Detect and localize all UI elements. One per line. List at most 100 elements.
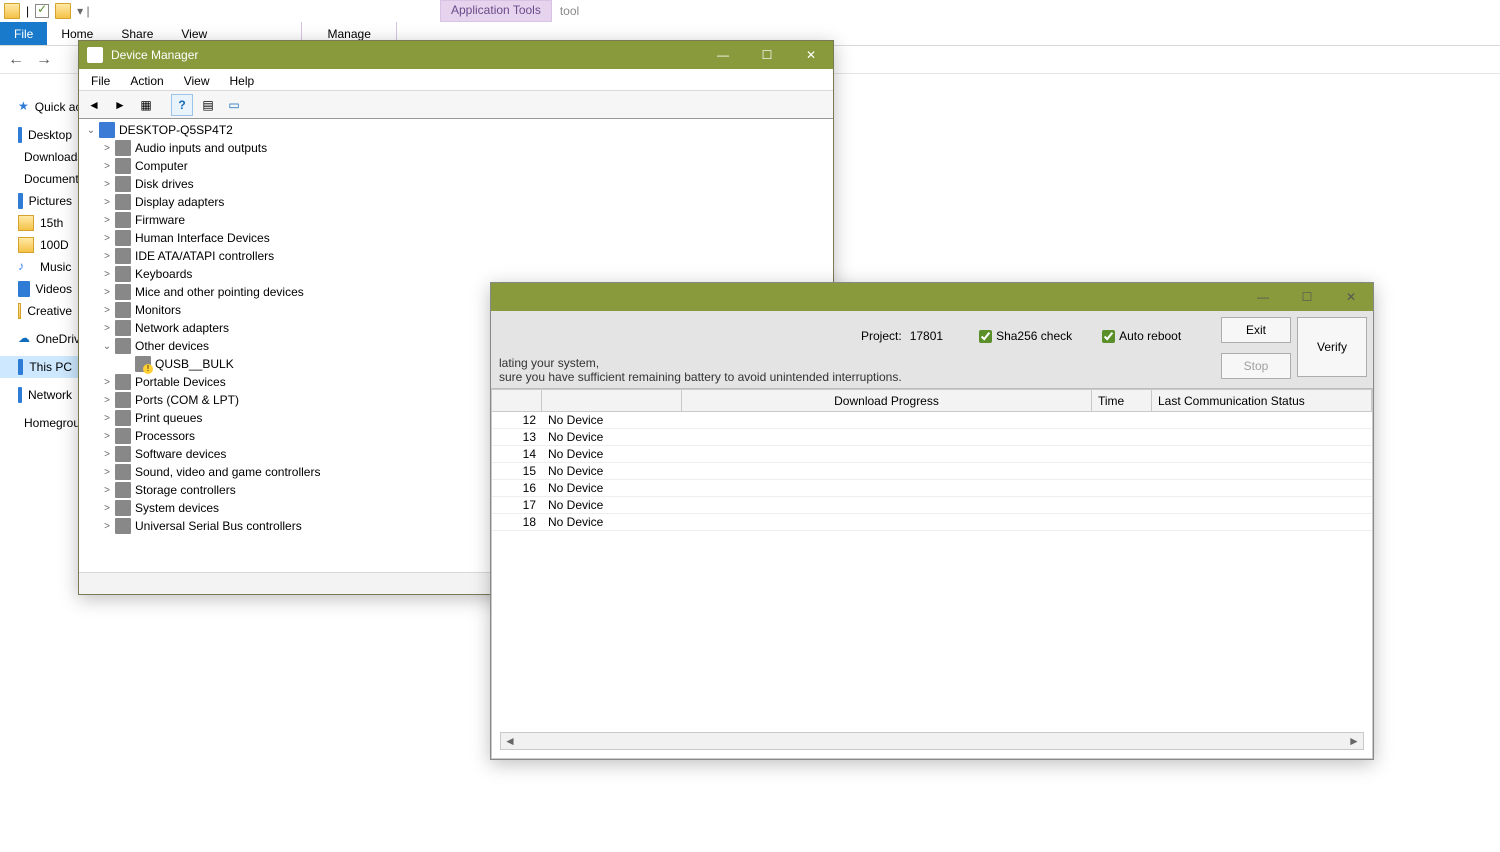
expander-icon[interactable]: > bbox=[99, 305, 115, 316]
sidebar-item[interactable]: Network bbox=[0, 384, 78, 406]
expander-icon[interactable]: > bbox=[99, 197, 115, 208]
tree-node[interactable]: >Disk drives bbox=[79, 175, 833, 193]
nav-back-icon[interactable]: ← bbox=[8, 51, 24, 69]
tree-node[interactable]: > Computer bbox=[79, 157, 833, 175]
grid-row[interactable]: 16No Device bbox=[492, 480, 1372, 497]
toolbar-back-icon[interactable]: ◄ bbox=[83, 94, 105, 116]
expander-icon[interactable]: ⌄ bbox=[99, 341, 115, 352]
menu-file[interactable]: File bbox=[83, 72, 118, 90]
sidebar-item[interactable]: Creative bbox=[0, 300, 78, 322]
expander-icon[interactable]: > bbox=[99, 449, 115, 460]
expander-icon[interactable]: > bbox=[99, 395, 115, 406]
device-icon bbox=[115, 176, 131, 192]
toolbar-showhide-icon[interactable]: ▦ bbox=[135, 94, 157, 116]
expander-icon[interactable]: > bbox=[99, 233, 115, 244]
sidebar-item[interactable]: Pictures bbox=[0, 190, 78, 212]
verify-button[interactable]: Verify bbox=[1297, 317, 1367, 377]
toolbar-scan-icon[interactable]: ▭ bbox=[223, 94, 245, 116]
expander-icon[interactable]: > bbox=[99, 413, 115, 424]
sidebar-item-label: Network bbox=[28, 388, 72, 402]
expander-icon[interactable]: > bbox=[99, 251, 115, 262]
tree-node[interactable]: >Display adapters bbox=[79, 193, 833, 211]
devmgr-titlebar[interactable]: Device Manager — ☐ ✕ bbox=[79, 41, 833, 69]
menu-help[interactable]: Help bbox=[222, 72, 263, 90]
sidebar-item[interactable]: ★Quick access bbox=[0, 96, 78, 118]
grid-row[interactable]: 15No Device bbox=[492, 463, 1372, 480]
exit-button[interactable]: Exit bbox=[1221, 317, 1291, 343]
scroll-left-icon[interactable]: ◄ bbox=[501, 734, 519, 748]
sidebar-item[interactable]: 15th bbox=[0, 212, 78, 234]
qat-checkbox-icon[interactable] bbox=[35, 4, 49, 18]
grid-row[interactable]: 17No Device bbox=[492, 497, 1372, 514]
sidebar-item[interactable]: This PC bbox=[0, 356, 78, 378]
sidebar-item[interactable]: Documents bbox=[0, 168, 78, 190]
autoreboot-check-input[interactable] bbox=[1102, 330, 1115, 343]
devmgr-title: Device Manager bbox=[111, 48, 198, 62]
sha256-check-input[interactable] bbox=[979, 330, 992, 343]
col-index[interactable] bbox=[492, 390, 542, 412]
col-device[interactable] bbox=[542, 390, 682, 412]
expander-icon[interactable]: > bbox=[99, 431, 115, 442]
close-button[interactable]: ✕ bbox=[789, 41, 833, 69]
toolbar-help-icon[interactable]: ? bbox=[171, 94, 193, 116]
tree-node[interactable]: ⌄DESKTOP-Q5SP4T2 bbox=[79, 121, 833, 139]
expander-icon[interactable]: > bbox=[99, 143, 115, 154]
menu-view[interactable]: View bbox=[176, 72, 218, 90]
flash-titlebar[interactable]: — ☐ ✕ bbox=[491, 283, 1373, 311]
sidebar-item[interactable]: Desktop bbox=[0, 124, 78, 146]
sha256-checkbox[interactable]: Sha256 check bbox=[979, 329, 1072, 343]
maximize-button[interactable]: ☐ bbox=[745, 41, 789, 69]
grid-row[interactable]: 18No Device bbox=[492, 514, 1372, 531]
autoreboot-checkbox[interactable]: Auto reboot bbox=[1102, 329, 1181, 343]
grid-row[interactable]: 14No Device bbox=[492, 446, 1372, 463]
scroll-right-icon[interactable]: ► bbox=[1345, 734, 1363, 748]
stop-button[interactable]: Stop bbox=[1221, 353, 1291, 379]
sidebar-item[interactable]: Homegroup bbox=[0, 412, 78, 434]
ribbon-file[interactable]: File bbox=[0, 22, 47, 45]
col-progress[interactable]: Download Progress bbox=[682, 390, 1092, 412]
expander-icon[interactable]: > bbox=[99, 521, 115, 532]
sidebar-item[interactable]: Videos bbox=[0, 278, 78, 300]
tree-node[interactable]: >Firmware bbox=[79, 211, 833, 229]
close-button[interactable]: ✕ bbox=[1329, 283, 1373, 311]
tree-node[interactable]: >Audio inputs and outputs bbox=[79, 139, 833, 157]
expander-icon[interactable]: > bbox=[99, 485, 115, 496]
cell-index: 15 bbox=[492, 464, 542, 478]
drive-icon bbox=[18, 193, 23, 209]
device-icon bbox=[115, 158, 131, 174]
nav-fwd-icon[interactable]: → bbox=[36, 51, 52, 69]
tree-node[interactable]: >IDE ATA/ATAPI controllers bbox=[79, 247, 833, 265]
minimize-button[interactable]: — bbox=[701, 41, 745, 69]
tree-node-label: Computer bbox=[135, 159, 188, 173]
maximize-button[interactable]: ☐ bbox=[1285, 283, 1329, 311]
expander-icon[interactable]: > bbox=[99, 269, 115, 280]
grid-hscrollbar[interactable]: ◄ ► bbox=[500, 732, 1364, 750]
tree-node[interactable]: >Keyboards bbox=[79, 265, 833, 283]
col-time[interactable]: Time bbox=[1092, 390, 1152, 412]
expander-icon[interactable]: > bbox=[99, 323, 115, 334]
expander-icon[interactable]: > bbox=[99, 503, 115, 514]
grid-header: Download Progress Time Last Communicatio… bbox=[492, 390, 1372, 412]
qat-overflow[interactable]: ▾ | bbox=[77, 4, 89, 18]
sidebar-item[interactable]: 100D bbox=[0, 234, 78, 256]
sidebar-item[interactable]: Downloads bbox=[0, 146, 78, 168]
tree-node[interactable]: >Human Interface Devices bbox=[79, 229, 833, 247]
sidebar-item[interactable]: ☁OneDrive bbox=[0, 328, 78, 350]
grid-row[interactable]: 12No Device bbox=[492, 412, 1372, 429]
grid-row[interactable]: 13No Device bbox=[492, 429, 1372, 446]
minimize-button[interactable]: — bbox=[1241, 283, 1285, 311]
toolbar-fwd-icon[interactable]: ► bbox=[109, 94, 131, 116]
expander-icon[interactable]: > bbox=[99, 467, 115, 478]
col-last-status[interactable]: Last Communication Status bbox=[1152, 390, 1372, 412]
expander-icon[interactable]: > bbox=[99, 377, 115, 388]
toolbar-properties-icon[interactable]: ▤ bbox=[197, 94, 219, 116]
menu-action[interactable]: Action bbox=[122, 72, 171, 90]
expander-icon[interactable]: > bbox=[99, 161, 115, 172]
sidebar-item[interactable]: ♪Music bbox=[0, 256, 78, 278]
expander-icon[interactable]: > bbox=[99, 179, 115, 190]
application-tools-tab[interactable]: Application Tools bbox=[440, 0, 552, 22]
expander-icon[interactable]: > bbox=[99, 215, 115, 226]
device-icon bbox=[115, 392, 131, 408]
expander-icon[interactable]: ⌄ bbox=[83, 125, 99, 136]
expander-icon[interactable]: > bbox=[99, 287, 115, 298]
